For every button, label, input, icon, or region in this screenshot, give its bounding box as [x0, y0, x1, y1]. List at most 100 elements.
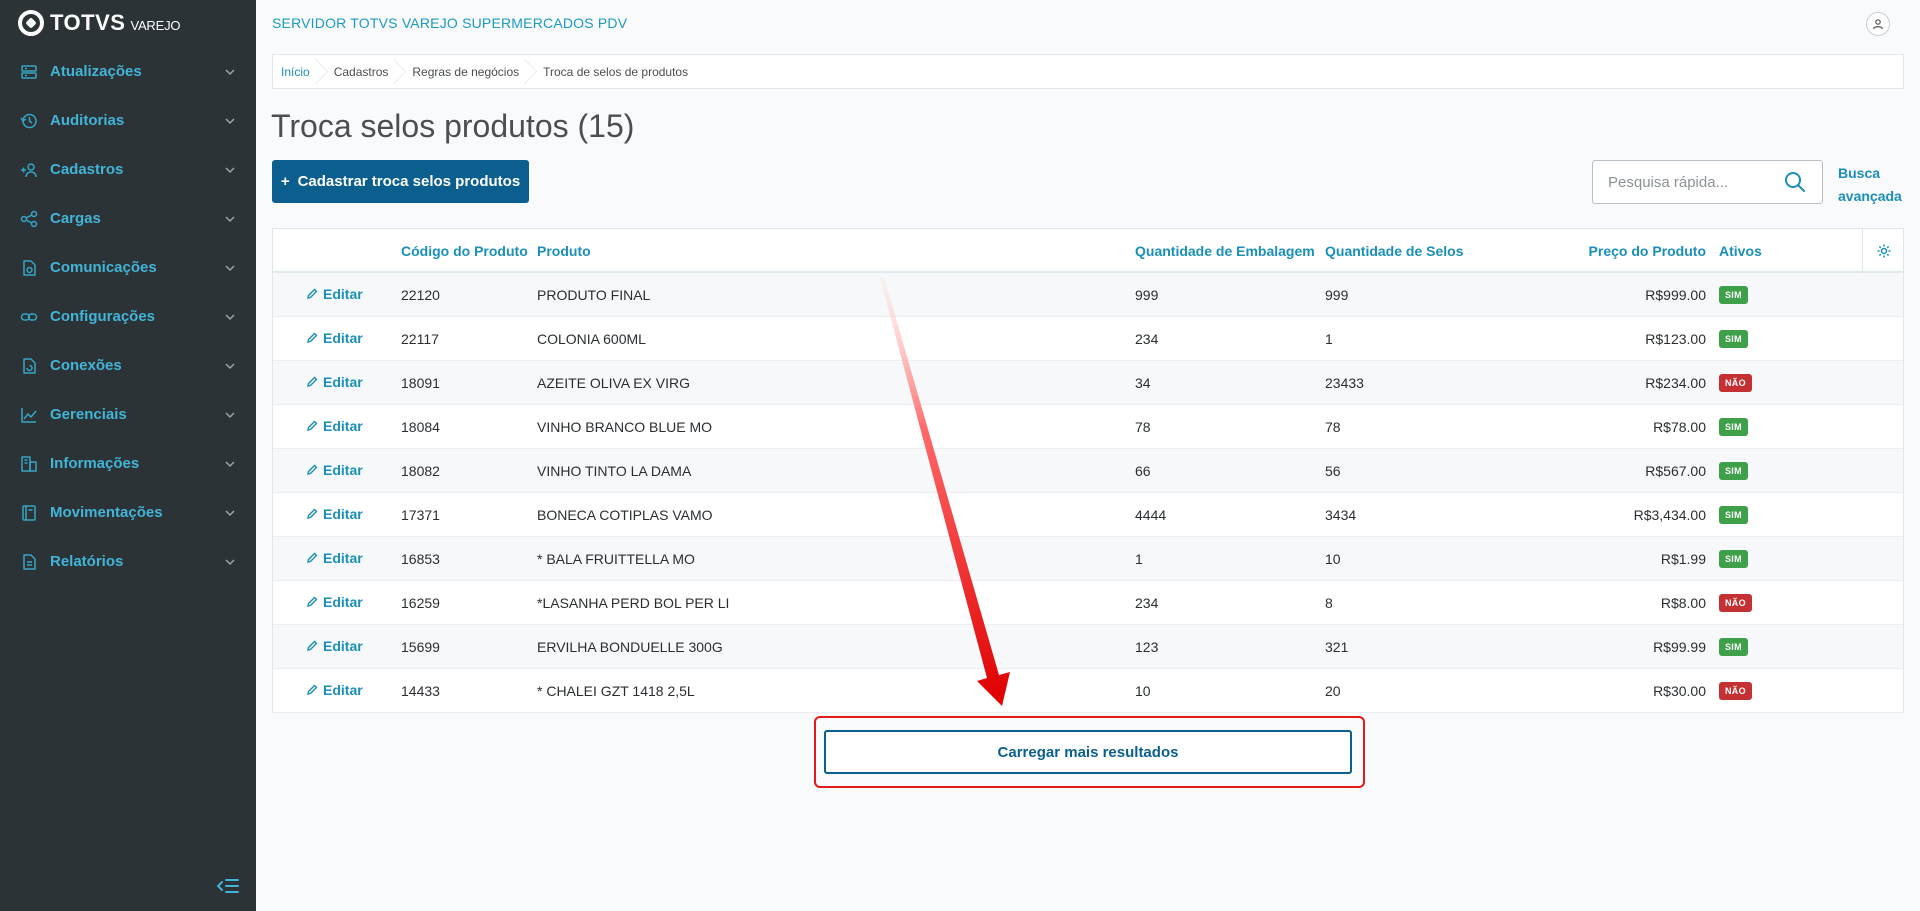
user-avatar[interactable] — [1866, 12, 1890, 36]
sidebar-item-auditorias[interactable]: Auditorias — [0, 96, 256, 145]
chevron-down-icon — [225, 166, 235, 173]
col-price[interactable]: Preço do Produto — [1589, 243, 1706, 259]
edit-label: Editar — [323, 594, 363, 610]
cell-product-code: 14433 — [401, 683, 440, 699]
cell-seal-qty: 56 — [1325, 463, 1341, 479]
sidebar-item-relatorios[interactable]: Relatórios — [0, 537, 256, 586]
add-product-seal-button[interactable]: + Cadastrar troca selos produtos — [272, 160, 529, 203]
status-badge: SIM — [1719, 418, 1748, 436]
edit-link[interactable]: Editar — [306, 550, 363, 566]
cell-pack-qty: 78 — [1135, 419, 1151, 435]
cell-product: PRODUTO FINAL — [537, 287, 651, 303]
chevron-down-icon — [225, 460, 235, 467]
search-input[interactable] — [1593, 173, 1778, 191]
edit-link[interactable]: Editar — [306, 506, 363, 522]
table-row: Editar 18082 VINHO TINTO LA DAMA 66 56 R$567.… — [273, 449, 1903, 493]
link-icon — [20, 308, 38, 326]
edit-label: Editar — [323, 550, 363, 566]
table-row: Editar 22120 PRODUTO FINAL 999 999 R$999.00 SI… — [273, 273, 1903, 317]
col-pack-qty[interactable]: Quantidade de Embalagem — [1135, 243, 1315, 259]
cell-pack-qty: 234 — [1135, 595, 1159, 611]
status-badge: SIM — [1719, 462, 1748, 480]
edit-link[interactable]: Editar — [306, 638, 363, 654]
col-active[interactable]: Ativos — [1719, 243, 1762, 259]
brand-name: TOTVS — [50, 10, 126, 35]
load-more-button[interactable]: Carregar mais resultados — [824, 730, 1352, 774]
brand-sub: VAREJO — [130, 17, 181, 33]
totvs-logo-icon — [18, 10, 44, 36]
search-icon[interactable] — [1784, 171, 1806, 193]
table-row: Editar 17371 BONECA COTIPLAS VAMO 4444 3434 R… — [273, 493, 1903, 537]
edit-link[interactable]: Editar — [306, 374, 363, 390]
table-row: Editar 22117 COLONIA 600ML 234 1 R$123.00 SIM — [273, 317, 1903, 361]
edit-link[interactable]: Editar — [306, 462, 363, 478]
breadcrumb-current: Troca de selos de produtos — [543, 64, 689, 79]
cell-seal-qty: 10 — [1325, 551, 1341, 567]
col-product[interactable]: Produto — [537, 243, 591, 259]
table-settings-button[interactable] — [1862, 229, 1904, 273]
pencil-icon — [307, 464, 318, 475]
status-badge: SIM — [1719, 506, 1748, 524]
sidebar-item-cargas[interactable]: Cargas — [0, 194, 256, 243]
cell-price: R$8.00 — [1660, 595, 1706, 611]
building-icon — [20, 455, 38, 473]
cell-product: VINHO BRANCO BLUE MO — [537, 419, 713, 435]
edit-link[interactable]: Editar — [306, 418, 363, 434]
chevron-down-icon — [225, 313, 235, 320]
brand-logo[interactable]: TOTVS VAREJO — [0, 0, 256, 46]
cell-seal-qty: 23433 — [1325, 375, 1364, 391]
edit-label: Editar — [323, 418, 363, 434]
cell-product-code: 16259 — [401, 595, 440, 611]
chevron-down-icon — [225, 558, 235, 565]
col-product-code[interactable]: Código do Produto — [401, 243, 528, 259]
sidebar-item-movimentacoes[interactable]: Movimentações — [0, 488, 256, 537]
cell-price: R$99.99 — [1653, 639, 1706, 655]
table-row: Editar 18091 AZEITE OLIVA EX VIRG 34 23433 R$… — [273, 361, 1903, 405]
cell-price: R$999.00 — [1645, 287, 1706, 303]
sidebar-item-configuracoes[interactable]: Configurações — [0, 292, 256, 341]
edit-link[interactable]: Editar — [306, 330, 363, 346]
edit-link[interactable]: Editar — [306, 286, 363, 302]
sidebar-item-atualizacoes[interactable]: Atualizações — [0, 47, 256, 96]
pencil-icon — [307, 288, 318, 299]
advanced-search-link[interactable]: Busca avançada — [1838, 162, 1908, 208]
cell-pack-qty: 34 — [1135, 375, 1151, 391]
document-icon — [20, 553, 38, 571]
sidebar-item-conexoes[interactable]: Conexões — [0, 341, 256, 390]
pencil-icon — [307, 508, 318, 519]
cell-product: COLONIA 600ML — [537, 331, 646, 347]
sidebar-item-gerenciais[interactable]: Gerenciais — [0, 390, 256, 439]
cell-product-code: 15699 — [401, 639, 440, 655]
cell-price: R$567.00 — [1645, 463, 1706, 479]
breadcrumb-home[interactable]: Início — [273, 55, 322, 88]
cell-seal-qty: 8 — [1325, 595, 1333, 611]
edit-label: Editar — [323, 286, 363, 302]
col-seal-qty[interactable]: Quantidade de Selos — [1325, 243, 1463, 259]
table-row: Editar 14433 * CHALEI GZT 1418 2,5L 10 20 R$3… — [273, 669, 1903, 713]
sidebar-item-label: Movimentações — [50, 504, 163, 521]
page-title: Troca selos produtos (15) — [271, 108, 635, 144]
edit-label: Editar — [323, 462, 363, 478]
cell-pack-qty: 123 — [1135, 639, 1159, 655]
collapse-sidebar-icon[interactable] — [216, 877, 239, 895]
status-badge: NÃO — [1719, 374, 1752, 392]
cell-pack-qty: 66 — [1135, 463, 1151, 479]
sidebar-item-informacoes[interactable]: Informações — [0, 439, 256, 488]
cell-pack-qty: 1 — [1135, 551, 1143, 567]
edit-label: Editar — [323, 682, 363, 698]
edit-label: Editar — [323, 506, 363, 522]
edit-link[interactable]: Editar — [306, 682, 363, 698]
status-badge: SIM — [1719, 286, 1748, 304]
sidebar-item-cadastros[interactable]: Cadastros — [0, 145, 256, 194]
sidebar-item-comunicacoes[interactable]: Comunicações — [0, 243, 256, 292]
add-button-label: Cadastrar troca selos produtos — [297, 173, 521, 190]
status-badge: NÃO — [1719, 594, 1752, 612]
edit-link[interactable]: Editar — [306, 594, 363, 610]
cell-price: R$30.00 — [1653, 683, 1706, 699]
status-badge: SIM — [1719, 550, 1748, 568]
chart-icon — [20, 406, 38, 424]
add-user-icon — [20, 161, 38, 179]
cell-product: *LASANHA PERD BOL PER LI — [537, 595, 730, 611]
sidebar-item-label: Atualizações — [50, 63, 142, 80]
cell-product: BONECA COTIPLAS VAMO — [537, 507, 713, 523]
